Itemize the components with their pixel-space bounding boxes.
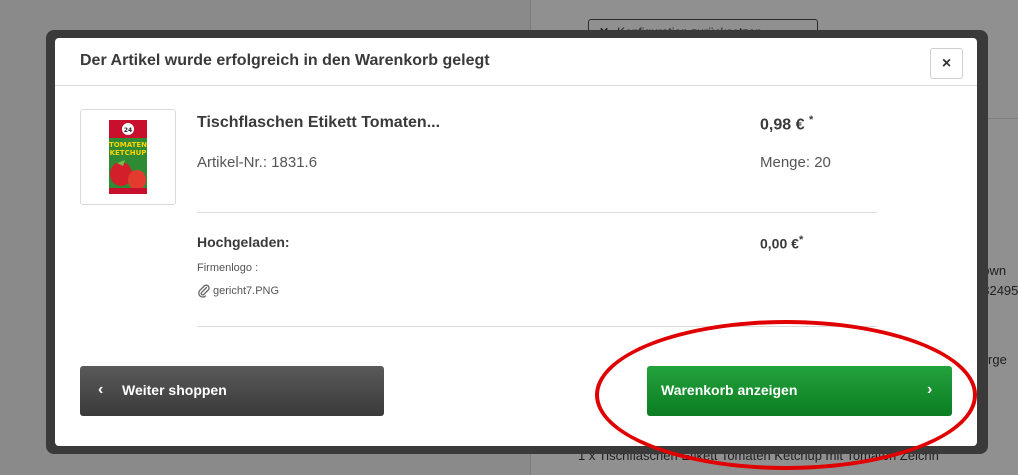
- quantity: Menge: 20: [760, 154, 831, 171]
- ketchup-label-image: 24 TOMATEN KETCHUP: [109, 120, 147, 194]
- upload-price-value: 0,00 €: [760, 235, 799, 252]
- upload-price: 0,00 €*: [760, 234, 803, 252]
- uploaded-file[interactable]: gericht7.PNG: [197, 284, 279, 298]
- price-footnote-marker: *: [808, 114, 814, 126]
- product-price-value: 0,98 €: [760, 116, 805, 134]
- modal-title: Der Artikel wurde erfolgreich in den War…: [80, 52, 490, 69]
- company-logo-label: Firmenlogo :: [197, 262, 259, 274]
- modal-header: Der Artikel wurde erfolgreich in den War…: [55, 38, 977, 86]
- article-number: Artikel-Nr.: 1831.6: [197, 154, 318, 171]
- svg-text:TOMATEN: TOMATEN: [109, 141, 147, 149]
- product-price: 0,98 € *: [760, 114, 813, 134]
- highlight-annotation: [595, 320, 977, 470]
- product-name[interactable]: Tischflaschen Etikett Tomaten...: [197, 114, 440, 132]
- upload-price-footnote-marker: *: [798, 234, 804, 246]
- continue-shopping-label: Weiter shoppen: [122, 382, 227, 398]
- close-button[interactable]: ×: [930, 48, 963, 79]
- svg-text:24: 24: [124, 127, 132, 134]
- product-thumbnail[interactable]: 24 TOMATEN KETCHUP: [80, 109, 176, 205]
- divider: [197, 212, 877, 213]
- continue-shopping-button[interactable]: ‹ Weiter shoppen: [80, 366, 384, 416]
- chevron-left-icon: ‹: [98, 381, 104, 398]
- close-icon: ×: [941, 55, 952, 72]
- uploaded-file-name: gericht7.PNG: [213, 285, 280, 297]
- upload-label: Hochgeladen:: [197, 234, 290, 250]
- svg-text:KETCHUP: KETCHUP: [110, 149, 147, 157]
- paperclip-icon: [198, 284, 210, 298]
